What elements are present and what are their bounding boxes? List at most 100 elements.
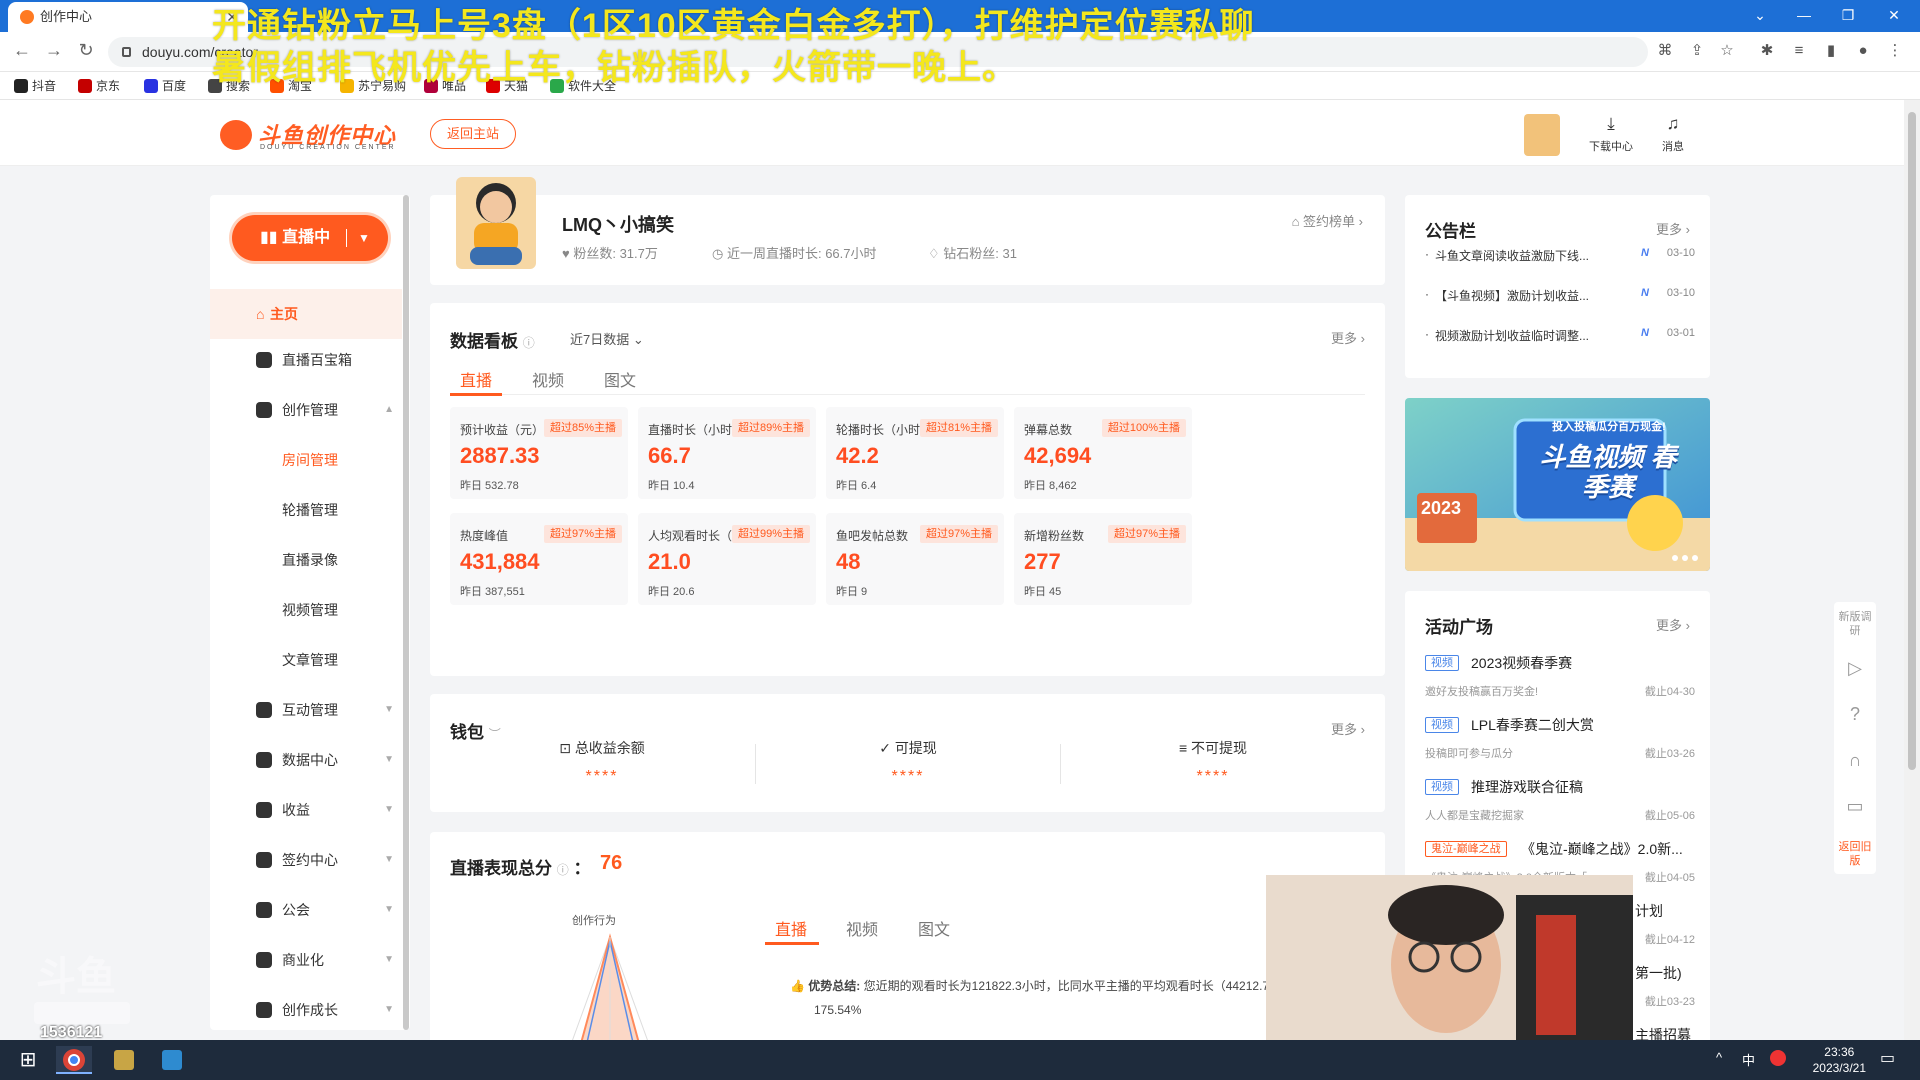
- back-old-version-button[interactable]: 返回旧版: [1834, 840, 1876, 868]
- share-icon[interactable]: ⇪: [1686, 40, 1708, 62]
- chevron-down-icon[interactable]: ▼: [384, 785, 394, 835]
- monitor-icon[interactable]: ▭: [1834, 796, 1876, 817]
- bookmark-taobao[interactable]: 淘宝: [270, 78, 312, 94]
- survey-button[interactable]: 新版调研: [1834, 610, 1876, 638]
- metric-card[interactable]: 弹幕总数 超过100%主播 42,694 昨日 8,462: [1014, 407, 1192, 499]
- chrome-taskbar-icon[interactable]: [56, 1046, 92, 1074]
- reading-list-icon[interactable]: ≡: [1788, 40, 1810, 62]
- score-tab-article[interactable]: 图文: [918, 916, 950, 940]
- metric-card[interactable]: 热度峰值 超过97%主播 431,884 昨日 387,551: [450, 513, 628, 605]
- metric-card[interactable]: 新增粉丝数 超过97%主播 277 昨日 45: [1014, 513, 1192, 605]
- restore-icon[interactable]: ❐: [1826, 0, 1870, 30]
- extensions-icon[interactable]: ✱: [1756, 40, 1778, 62]
- chevron-up-icon[interactable]: ▲: [384, 385, 394, 435]
- metric-card[interactable]: 预计收益（元） 超过85%主播 2887.33 昨日 532.78: [450, 407, 628, 499]
- chevron-down-icon[interactable]: ▼: [384, 835, 394, 885]
- wallet-more-link[interactable]: 更多 ›: [1331, 719, 1365, 738]
- sidebar-item-guild[interactable]: 公会 ▼: [210, 885, 402, 935]
- score-tab-video[interactable]: 视频: [846, 916, 878, 940]
- tab-video[interactable]: 视频: [532, 367, 564, 391]
- tab-article[interactable]: 图文: [604, 367, 636, 391]
- dashboard-more-link[interactable]: 更多 ›: [1331, 328, 1365, 347]
- sidebar-item-growth[interactable]: 创作成长 ▼: [210, 985, 402, 1035]
- menu-icon[interactable]: ⋮: [1884, 40, 1906, 62]
- sidebar-sub-room[interactable]: 房间管理: [282, 450, 338, 470]
- system-clock[interactable]: 23:36 2023/3/21: [1813, 1044, 1866, 1076]
- sidebar-item-income[interactable]: 收益 ▼: [210, 785, 402, 835]
- url-bar[interactable]: douyu.com/creator: [108, 37, 1648, 67]
- close-tab-icon[interactable]: ✕: [226, 2, 238, 32]
- sidebar-item-interaction[interactable]: 互动管理 ▼: [210, 685, 402, 735]
- game-taskbar-icon[interactable]: [154, 1046, 190, 1074]
- close-window-icon[interactable]: ✕: [1872, 0, 1916, 30]
- metric-card[interactable]: 鱼吧发帖总数 超过97%主播 48 昨日 9: [826, 513, 1004, 605]
- profile-icon[interactable]: ●: [1852, 40, 1874, 62]
- notice-item[interactable]: · 视频激励计划收益临时调整... N 03-01: [1425, 327, 1695, 347]
- bookmark-software[interactable]: 软件大全: [550, 78, 616, 94]
- sidebar-sub-article[interactable]: 文章管理: [282, 650, 338, 670]
- tray-arrow-icon[interactable]: ^: [1716, 1050, 1722, 1065]
- chevron-down-icon[interactable]: ▼: [384, 985, 394, 1035]
- douyu-creator-logo[interactable]: 斗鱼创作中心 DOUYU CREATION CENTER: [220, 118, 405, 152]
- sidebar-item-creation[interactable]: 创作管理 ▲: [210, 385, 402, 435]
- metric-card[interactable]: 人均观看时长（分钟） 超过99%主播 21.0 昨日 20.6: [638, 513, 816, 605]
- sidebar-item-commerce[interactable]: 商业化 ▼: [210, 935, 402, 985]
- windows-start-icon[interactable]: ⊞: [10, 1046, 46, 1074]
- help-circle-icon[interactable]: ?: [1834, 704, 1876, 725]
- bookmark-vip[interactable]: 唯品: [424, 78, 466, 94]
- bookmark-tmall[interactable]: 天猫: [486, 78, 528, 94]
- eye-closed-icon[interactable]: ︶: [489, 727, 501, 741]
- sidebar-item-home[interactable]: ⌂ 主页: [210, 289, 402, 339]
- bookmark-baidu[interactable]: 百度: [144, 78, 186, 94]
- scroll-thumb[interactable]: [1908, 112, 1916, 770]
- star-icon[interactable]: ☆: [1716, 40, 1738, 62]
- messages-button[interactable]: ♫ 消息: [1643, 114, 1703, 154]
- sidebar-item-data[interactable]: 数据中心 ▼: [210, 735, 402, 785]
- sidebar-item-contract[interactable]: 签约中心 ▼: [210, 835, 402, 885]
- chevron-down-icon[interactable]: ▼: [384, 885, 394, 935]
- user-avatar[interactable]: [1524, 114, 1560, 156]
- bookmark-suning[interactable]: 苏宁易购: [340, 78, 406, 94]
- bookmark-search[interactable]: 搜索: [208, 78, 250, 94]
- metric-card[interactable]: 直播时长（小时） 超过89%主播 66.7 昨日 10.4: [638, 407, 816, 499]
- contract-ranking-link[interactable]: ⌂ 签约榜单 ›: [1292, 211, 1363, 230]
- lol-taskbar-icon[interactable]: [106, 1046, 142, 1074]
- translate-icon[interactable]: ⌘: [1654, 40, 1676, 62]
- sidebar-sub-recording[interactable]: 直播录像: [282, 550, 338, 570]
- sidebar-item-treasure[interactable]: 直播百宝箱: [210, 335, 402, 385]
- metric-card[interactable]: 轮播时长（小时） 超过81%主播 42.2 昨日 6.4: [826, 407, 1004, 499]
- back-arrow-icon[interactable]: ←: [10, 40, 34, 61]
- ime-indicator[interactable]: 中: [1742, 1050, 1755, 1069]
- reload-icon[interactable]: ↻: [74, 40, 98, 61]
- spring-contest-banner[interactable]: 投入投稿瓜分百万现金! 斗鱼视频 春季赛 2023: [1405, 398, 1710, 571]
- minimize-icon[interactable]: —: [1782, 0, 1826, 30]
- sidebar-scrollbar[interactable]: [403, 195, 409, 1030]
- chevron-down-icon[interactable]: ▼: [384, 935, 394, 985]
- help-icon[interactable]: ⓘ: [557, 863, 569, 877]
- browser-tab[interactable]: 创作中心 ✕: [8, 2, 248, 32]
- notification-icon[interactable]: ▭: [1880, 1048, 1895, 1068]
- headset-icon[interactable]: ∩: [1834, 750, 1876, 771]
- sidebar-sub-video[interactable]: 视频管理: [282, 600, 338, 620]
- tab-live[interactable]: 直播: [460, 367, 492, 391]
- notice-item[interactable]: · 【斗鱼视频】激励计划收益... N 03-10: [1425, 287, 1695, 307]
- back-home-button[interactable]: 返回主站: [430, 119, 516, 149]
- live-status-button[interactable]: ▮▮ 直播中 ▼: [232, 215, 388, 261]
- notice-item[interactable]: · 斗鱼文章阅读收益激励下线... N 03-10: [1425, 247, 1695, 267]
- chevron-down-icon[interactable]: ▼: [384, 685, 394, 735]
- page-scrollbar[interactable]: [1904, 100, 1920, 1040]
- chevron-down-icon[interactable]: ▼: [384, 735, 394, 785]
- activity-more-link[interactable]: 更多 ›: [1656, 615, 1690, 634]
- tray-app-icon[interactable]: [1770, 1050, 1786, 1066]
- sidebar-sub-carousel[interactable]: 轮播管理: [282, 500, 338, 520]
- bookmark-douyin[interactable]: 抖音: [14, 78, 56, 94]
- sidepanel-icon[interactable]: ▮: [1820, 40, 1842, 62]
- chevron-down-icon[interactable]: ▼: [358, 215, 370, 261]
- notice-more-link[interactable]: 更多 ›: [1656, 219, 1690, 238]
- download-center-button[interactable]: ⤓ 下载中心: [1581, 114, 1641, 154]
- score-tab-live[interactable]: 直播: [775, 916, 807, 940]
- tab-search-icon[interactable]: ⌄: [1738, 0, 1782, 30]
- forward-arrow-icon[interactable]: →: [42, 40, 66, 61]
- play-video-icon[interactable]: ▷: [1834, 658, 1876, 679]
- date-range-select[interactable]: 近7日数据 ⌄: [570, 329, 644, 348]
